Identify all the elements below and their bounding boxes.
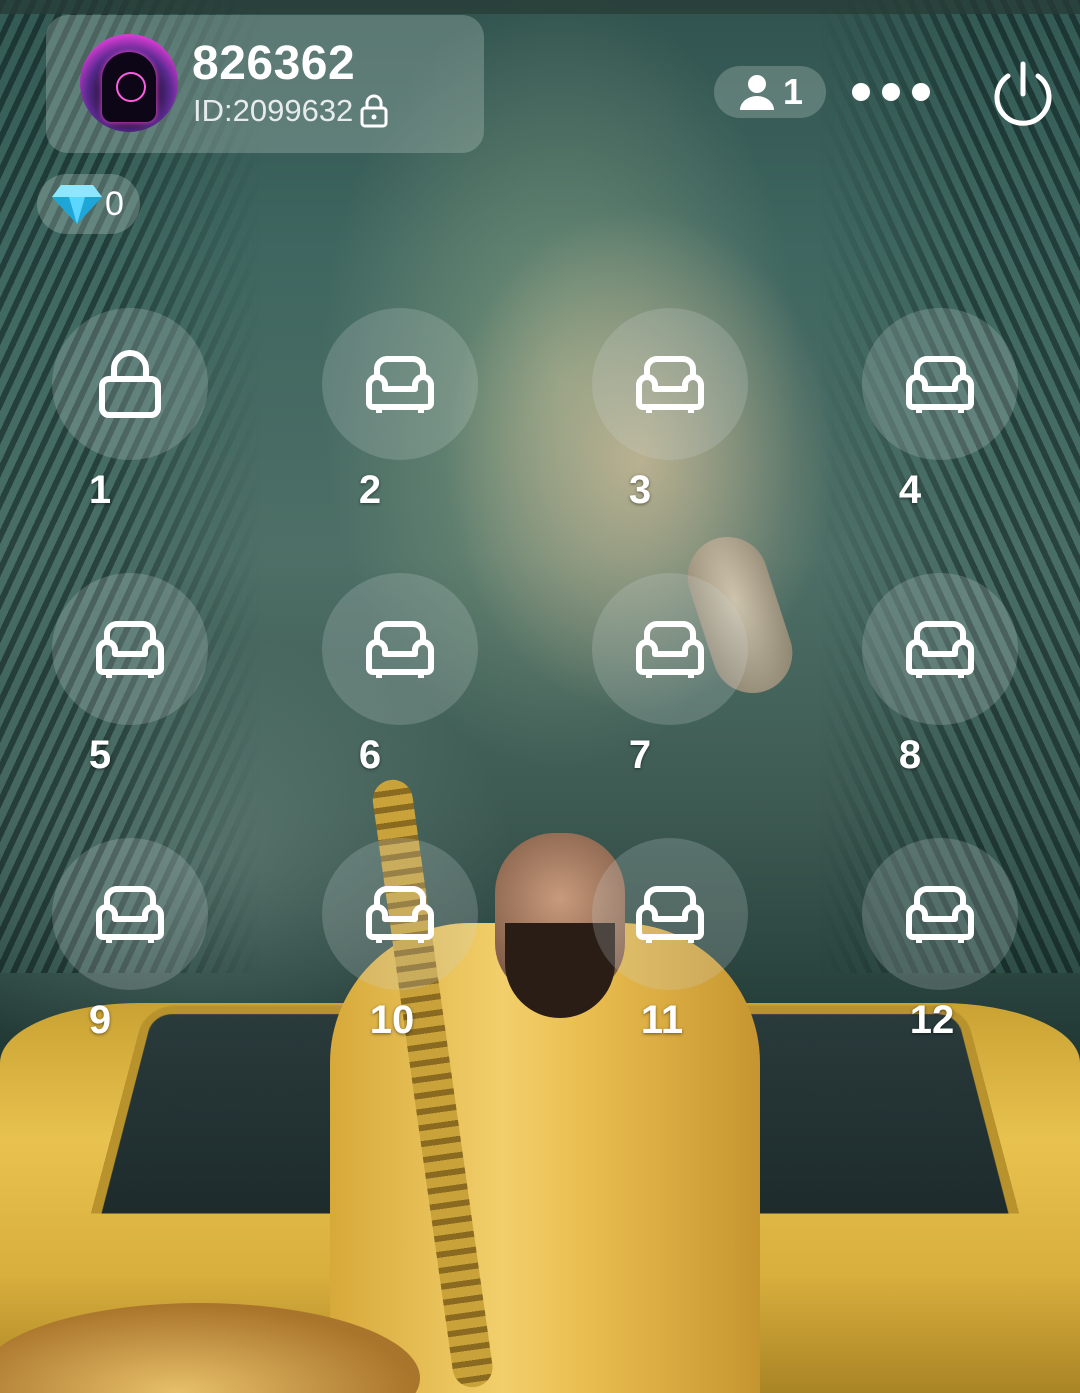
seat-number: 7 (628, 733, 652, 777)
seat-circle (592, 573, 748, 725)
seat-7[interactable]: 7 (592, 573, 748, 777)
sofa-icon (636, 621, 704, 678)
sofa-icon (366, 886, 434, 943)
online-count: 1 (782, 71, 804, 112)
lock-icon (360, 94, 388, 128)
power-icon[interactable] (988, 60, 1058, 130)
seat-1[interactable]: 1 (52, 308, 208, 512)
more-dots-icon (852, 83, 870, 101)
more-options-button[interactable] (852, 74, 930, 110)
sofa-icon (906, 356, 974, 413)
seat-circle (52, 308, 208, 460)
seat-number: 11 (640, 998, 684, 1042)
sofa-icon (636, 886, 704, 943)
seat-circle (322, 308, 478, 460)
lock-icon (99, 350, 161, 418)
seat-circle (592, 838, 748, 990)
seat-6[interactable]: 6 (322, 573, 478, 777)
seat-number: 6 (358, 733, 382, 777)
sofa-icon (906, 621, 974, 678)
seat-11[interactable]: 11 (592, 838, 748, 1042)
seat-number: 4 (898, 468, 922, 512)
diamond-count: 0 (105, 184, 124, 223)
seat-2[interactable]: 2 (322, 308, 478, 512)
online-users-button[interactable]: 1 (714, 66, 826, 118)
seat-number: 3 (628, 468, 652, 512)
seat-9[interactable]: 9 (52, 838, 208, 1042)
seat-circle (862, 308, 1018, 460)
status-strip (0, 0, 1080, 14)
seat-circle (862, 573, 1018, 725)
user-icon (739, 75, 774, 110)
more-dots-icon (882, 83, 900, 101)
seat-number: 12 (909, 998, 955, 1042)
seat-circle (592, 308, 748, 460)
seat-10[interactable]: 10 (322, 838, 478, 1042)
seat-3[interactable]: 3 (592, 308, 748, 512)
sofa-icon (366, 356, 434, 413)
seat-12[interactable]: 12 (862, 838, 1018, 1042)
more-dots-icon (912, 83, 930, 101)
sofa-icon (636, 356, 704, 413)
room-id-text: ID:2099632 (193, 93, 354, 128)
seat-circle (322, 838, 478, 990)
seat-8[interactable]: 8 (862, 573, 1018, 777)
seat-number: 9 (88, 998, 112, 1042)
room-name: 826362 (192, 37, 356, 90)
diamond-icon (52, 185, 102, 224)
neon-face (116, 72, 146, 102)
seat-circle (52, 573, 208, 725)
seat-number: 5 (88, 733, 112, 777)
sofa-icon (96, 621, 164, 678)
sofa-icon (906, 886, 974, 943)
seat-4[interactable]: 4 (862, 308, 1018, 512)
room-avatar[interactable] (80, 34, 178, 132)
diamond-balance[interactable]: 0 (37, 174, 140, 234)
seat-5[interactable]: 5 (52, 573, 208, 777)
seat-circle (52, 838, 208, 990)
seat-circle (322, 573, 478, 725)
seat-number: 2 (358, 468, 382, 512)
room-id: ID:2099632 (193, 94, 389, 128)
seat-circle (862, 838, 1018, 990)
seat-number: 1 (88, 468, 112, 512)
seat-number: 10 (369, 998, 415, 1042)
sofa-icon (96, 886, 164, 943)
sofa-icon (366, 621, 434, 678)
seat-number: 8 (898, 733, 922, 777)
